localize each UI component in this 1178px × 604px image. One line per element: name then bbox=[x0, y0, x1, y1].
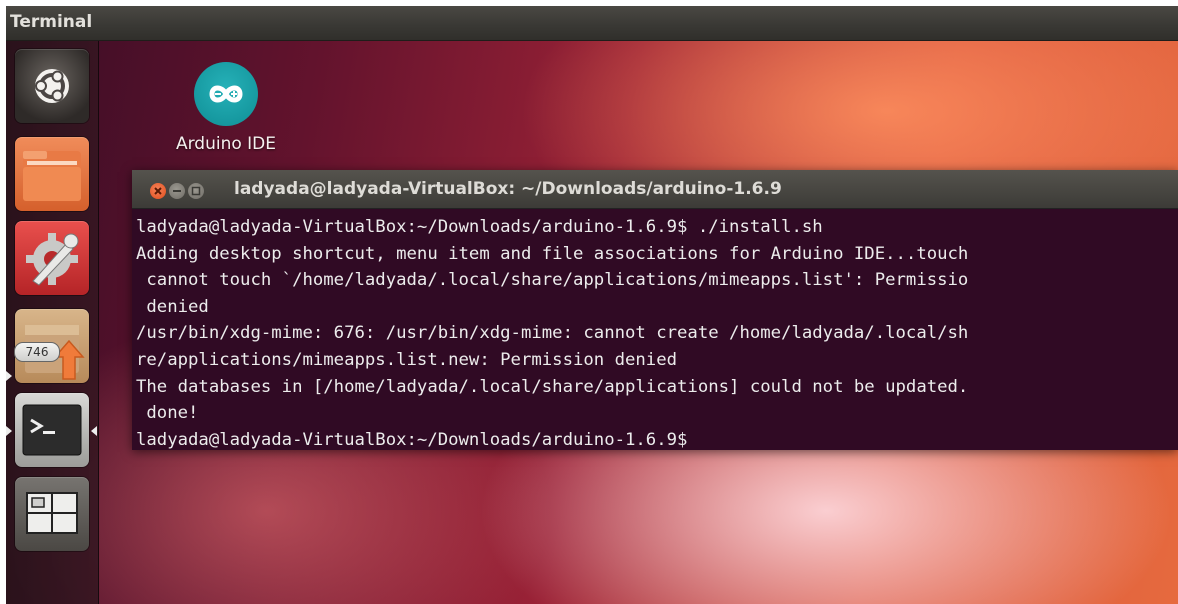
close-button[interactable] bbox=[150, 183, 166, 199]
terminal-prompt: ladyada@ladyada-VirtualBox:~/Downloads/a… bbox=[136, 429, 688, 450]
window-titlebar[interactable]: ladyada@ladyada-VirtualBox: ~/Downloads/… bbox=[132, 170, 1178, 209]
terminal-line: Adding desktop shortcut, menu item and f… bbox=[136, 243, 969, 264]
terminal-line: The databases in [/home/ladyada/.local/s… bbox=[136, 376, 969, 397]
terminal-line: denied bbox=[136, 296, 209, 317]
maximize-icon bbox=[191, 186, 201, 196]
launcher-item-dash[interactable] bbox=[15, 49, 89, 123]
top-panel: Terminal bbox=[6, 6, 1178, 41]
running-indicator bbox=[6, 371, 12, 381]
terminal-line: done! bbox=[136, 403, 199, 424]
desktop-icon-arduino-ide[interactable]: Arduino IDE bbox=[166, 62, 286, 154]
desktop-icon-label: Arduino IDE bbox=[175, 134, 277, 154]
active-app-title: Terminal bbox=[10, 12, 93, 32]
workspace-switcher-icon bbox=[26, 492, 78, 534]
window-title: ladyada@ladyada-VirtualBox: ~/Downloads/… bbox=[234, 179, 782, 199]
running-indicator bbox=[6, 426, 12, 436]
ubuntu-logo-icon bbox=[35, 69, 69, 103]
terminal-line: ladyada@ladyada-VirtualBox:~/Downloads/a… bbox=[136, 217, 823, 237]
launcher-item-files[interactable] bbox=[15, 137, 89, 211]
screen: Terminal 746 Arduino IDE ladyada@ladyada… bbox=[6, 6, 1178, 604]
terminal-icon bbox=[22, 404, 82, 456]
arduino-infinity-icon bbox=[194, 62, 258, 126]
launcher-item-workspaces[interactable] bbox=[15, 477, 89, 551]
maximize-button[interactable] bbox=[188, 183, 204, 199]
launcher-item-terminal[interactable] bbox=[15, 393, 89, 467]
update-count-badge: 746 bbox=[14, 342, 60, 362]
gear-wrench-icon bbox=[26, 233, 79, 286]
minimize-icon bbox=[173, 190, 181, 192]
terminal-line: re/applications/mimeapps.list.new: Permi… bbox=[136, 349, 678, 370]
terminal-line: cannot touch `/home/ladyada/.local/share… bbox=[136, 270, 969, 291]
terminal-line: /usr/bin/xdg-mime: 676: /usr/bin/xdg-mim… bbox=[136, 323, 969, 344]
active-indicator bbox=[91, 426, 97, 436]
terminal-window[interactable]: ladyada@ladyada-VirtualBox: ~/Downloads/… bbox=[132, 170, 1178, 450]
terminal-output-area[interactable]: ladyada@ladyada-VirtualBox:~/Downloads/a… bbox=[132, 209, 1178, 450]
terminal-output: ladyada@ladyada-VirtualBox:~/Downloads/a… bbox=[132, 209, 1178, 450]
minimize-button[interactable] bbox=[169, 183, 185, 199]
close-icon bbox=[154, 187, 162, 195]
folder-icon bbox=[23, 151, 81, 201]
launcher: 746 bbox=[6, 41, 99, 604]
launcher-item-system-settings[interactable] bbox=[15, 221, 89, 295]
